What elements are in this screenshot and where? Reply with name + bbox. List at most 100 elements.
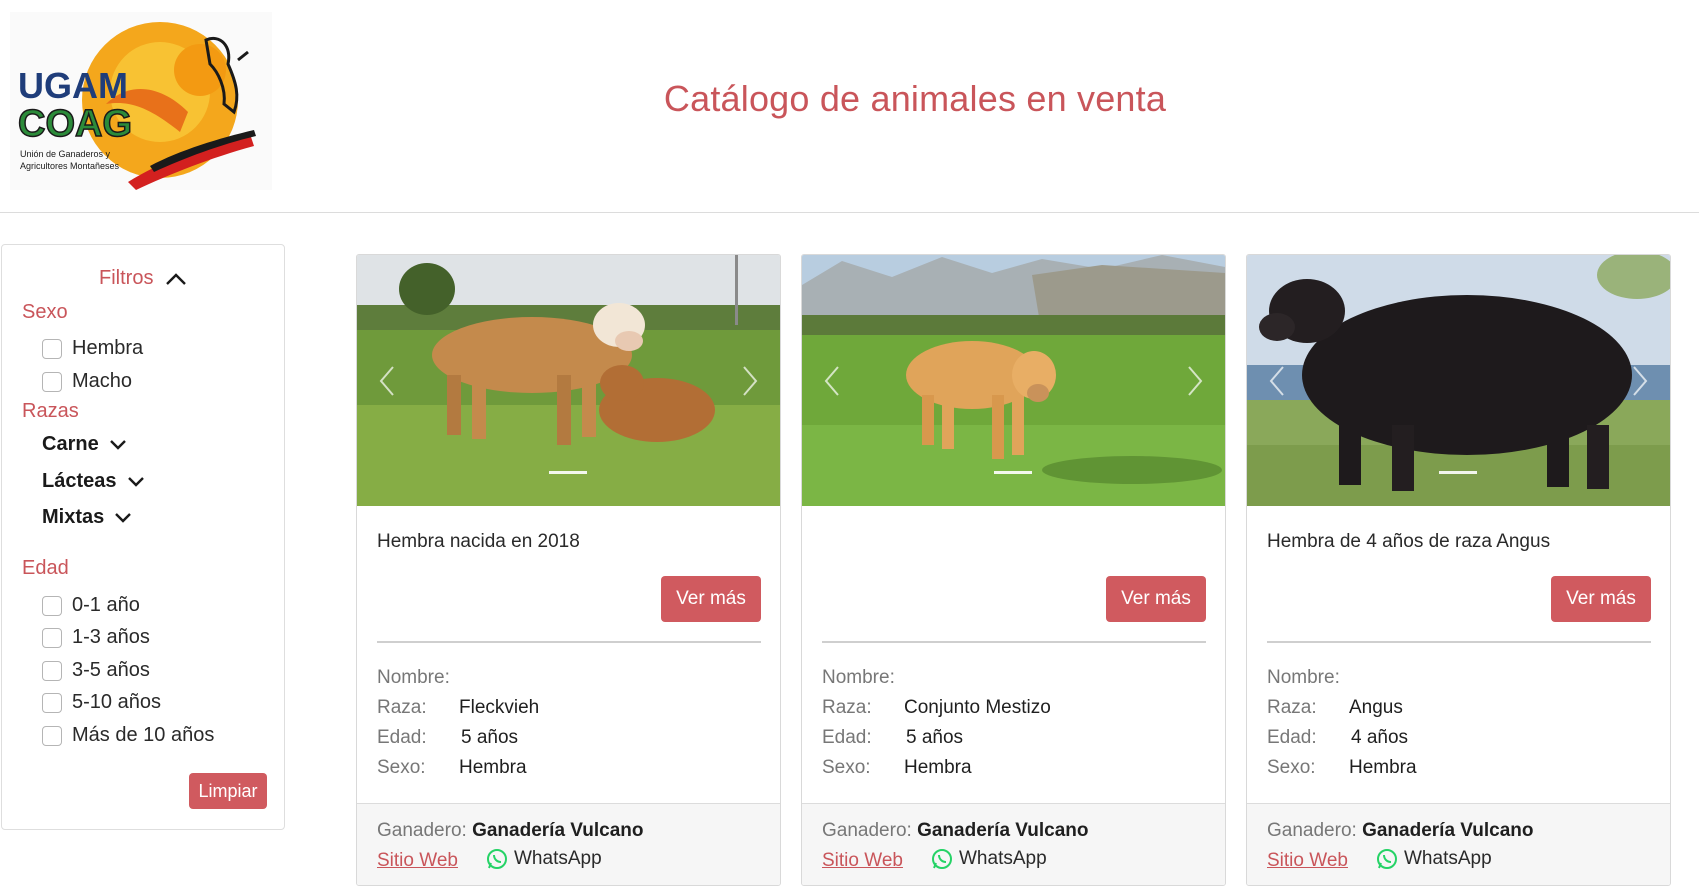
animal-card: Ver más Nombre: Raza: Conjunto Mestizo E… (801, 254, 1226, 886)
page-header: UGAM COAG Unión de Ganaderos y Agriculto… (0, 0, 1699, 213)
card-footer: Ganadero: Ganadería Vulcano Sitio Web Wh… (357, 803, 780, 885)
breed-value: Angus (1349, 697, 1403, 718)
breed-group-lacteas[interactable]: Lácteas (42, 470, 145, 493)
breed-group-carne[interactable]: Carne (42, 433, 127, 456)
checkbox[interactable] (42, 595, 62, 616)
name-label: Nombre: (822, 667, 895, 688)
chevron-up-icon (166, 272, 187, 285)
chevron-down-icon (115, 512, 132, 523)
breeds-section-label: Razas (22, 400, 79, 422)
filter-age-10-plus[interactable]: Más de 10 años (42, 724, 214, 747)
farmer-info: Ganadero: Ganadería Vulcano (1267, 820, 1534, 842)
farmer-name: Ganadería Vulcano (472, 820, 644, 841)
name-label: Nombre: (377, 667, 450, 688)
age-section-label: Edad (22, 557, 69, 579)
carousel-next-icon[interactable] (1628, 363, 1652, 399)
checkbox[interactable] (42, 660, 62, 681)
filter-option-label: 5-10 años (72, 691, 161, 713)
filter-option-label: 0-1 año (72, 594, 140, 616)
filter-sex-hembra[interactable]: Hembra (42, 337, 143, 360)
filter-age-1-3[interactable]: 1-3 años (42, 626, 150, 649)
whatsapp-link[interactable]: WhatsApp (1376, 848, 1492, 870)
card-footer: Ganadero: Ganadería Vulcano Sitio Web Wh… (1247, 803, 1670, 885)
website-link[interactable]: Sitio Web (377, 850, 458, 872)
chevron-down-icon (127, 476, 144, 487)
carousel-prev-icon[interactable] (375, 363, 399, 399)
filter-age-5-10[interactable]: 5-10 años (42, 691, 161, 714)
whatsapp-link[interactable]: WhatsApp (931, 848, 1047, 870)
carousel-indicator[interactable] (1439, 471, 1477, 474)
whatsapp-icon (932, 849, 952, 869)
sex-label: Sexo: (377, 757, 426, 778)
name-label: Nombre: (1267, 667, 1340, 688)
farmer-label: Ganadero: (1267, 820, 1357, 841)
whatsapp-label: WhatsApp (514, 848, 602, 869)
breed-label: Raza: (822, 697, 872, 718)
breed-value: Fleckvieh (459, 697, 540, 718)
farmer-label: Ganadero: (377, 820, 467, 841)
filter-age-3-5[interactable]: 3-5 años (42, 659, 150, 682)
breed-group-label: Lácteas (42, 470, 117, 492)
whatsapp-label: WhatsApp (959, 848, 1047, 869)
filter-sex-macho[interactable]: Macho (42, 370, 132, 393)
cow-photo (1247, 255, 1670, 506)
farmer-name: Ganadería Vulcano (1362, 820, 1534, 841)
carousel-prev-icon[interactable] (820, 363, 844, 399)
animal-description: Hembra de 4 años de raza Angus (1267, 531, 1551, 552)
checkbox[interactable] (42, 371, 62, 392)
animal-card: Hembra de 4 años de raza Angus Ver más N… (1246, 254, 1671, 886)
farmer-info: Ganadero: Ganadería Vulcano (822, 820, 1089, 842)
carousel-indicator[interactable] (994, 471, 1032, 474)
see-more-button[interactable]: Ver más (661, 576, 761, 622)
chevron-down-icon (109, 439, 126, 450)
whatsapp-icon (1377, 849, 1397, 869)
sex-section-label: Sexo (22, 301, 68, 323)
carousel-next-icon[interactable] (1183, 363, 1207, 399)
filters-title-label: Filtros (99, 267, 154, 289)
card-divider (377, 641, 761, 643)
age-label: Edad: (822, 727, 872, 748)
whatsapp-link[interactable]: WhatsApp (486, 848, 602, 870)
website-link[interactable]: Sitio Web (822, 850, 903, 872)
checkbox[interactable] (42, 725, 62, 746)
animal-photo-carousel (357, 255, 780, 506)
carousel-next-icon[interactable] (738, 363, 762, 399)
farmer-label: Ganadero: (822, 820, 912, 841)
sex-label: Sexo: (1267, 757, 1316, 778)
sex-label: Sexo: (822, 757, 871, 778)
filter-option-label: 3-5 años (72, 659, 150, 681)
breed-label: Raza: (377, 697, 427, 718)
checkbox[interactable] (42, 338, 62, 359)
card-footer: Ganadero: Ganadería Vulcano Sitio Web Wh… (802, 803, 1225, 885)
filter-option-label: Más de 10 años (72, 724, 215, 746)
logo-tagline1: Unión de Ganaderos y (20, 149, 111, 159)
whatsapp-label: WhatsApp (1404, 848, 1492, 869)
age-label: Edad: (1267, 727, 1317, 748)
age-value: 5 años (906, 727, 964, 748)
breed-group-label: Carne (42, 433, 99, 455)
animal-card: Hembra nacida en 2018 Ver más Nombre: Ra… (356, 254, 781, 886)
see-more-button[interactable]: Ver más (1106, 576, 1206, 622)
filter-option-label: Macho (72, 370, 133, 392)
farmer-info: Ganadero: Ganadería Vulcano (377, 820, 644, 842)
website-link[interactable]: Sitio Web (1267, 850, 1348, 872)
sex-value: Hembra (904, 757, 972, 778)
filter-option-label: 1-3 años (72, 626, 150, 648)
filter-option-label: Hembra (72, 337, 144, 359)
animal-photo-carousel (1247, 255, 1670, 506)
filters-toggle[interactable]: Filtros (99, 267, 187, 290)
filter-age-0-1[interactable]: 0-1 año (42, 594, 140, 617)
card-divider (822, 641, 1206, 643)
clear-filters-button[interactable]: Limpiar (189, 773, 267, 809)
cow-photo (802, 255, 1225, 506)
breed-group-label: Mixtas (42, 506, 105, 528)
carousel-prev-icon[interactable] (1265, 363, 1289, 399)
see-more-button[interactable]: Ver más (1551, 576, 1651, 622)
card-divider (1267, 641, 1651, 643)
checkbox[interactable] (42, 692, 62, 713)
breed-group-mixtas[interactable]: Mixtas (42, 506, 132, 529)
checkbox[interactable] (42, 627, 62, 648)
age-value: 4 años (1351, 727, 1409, 748)
carousel-indicator[interactable] (549, 471, 587, 474)
page-title: Catálogo de animales en venta (663, 78, 1167, 119)
